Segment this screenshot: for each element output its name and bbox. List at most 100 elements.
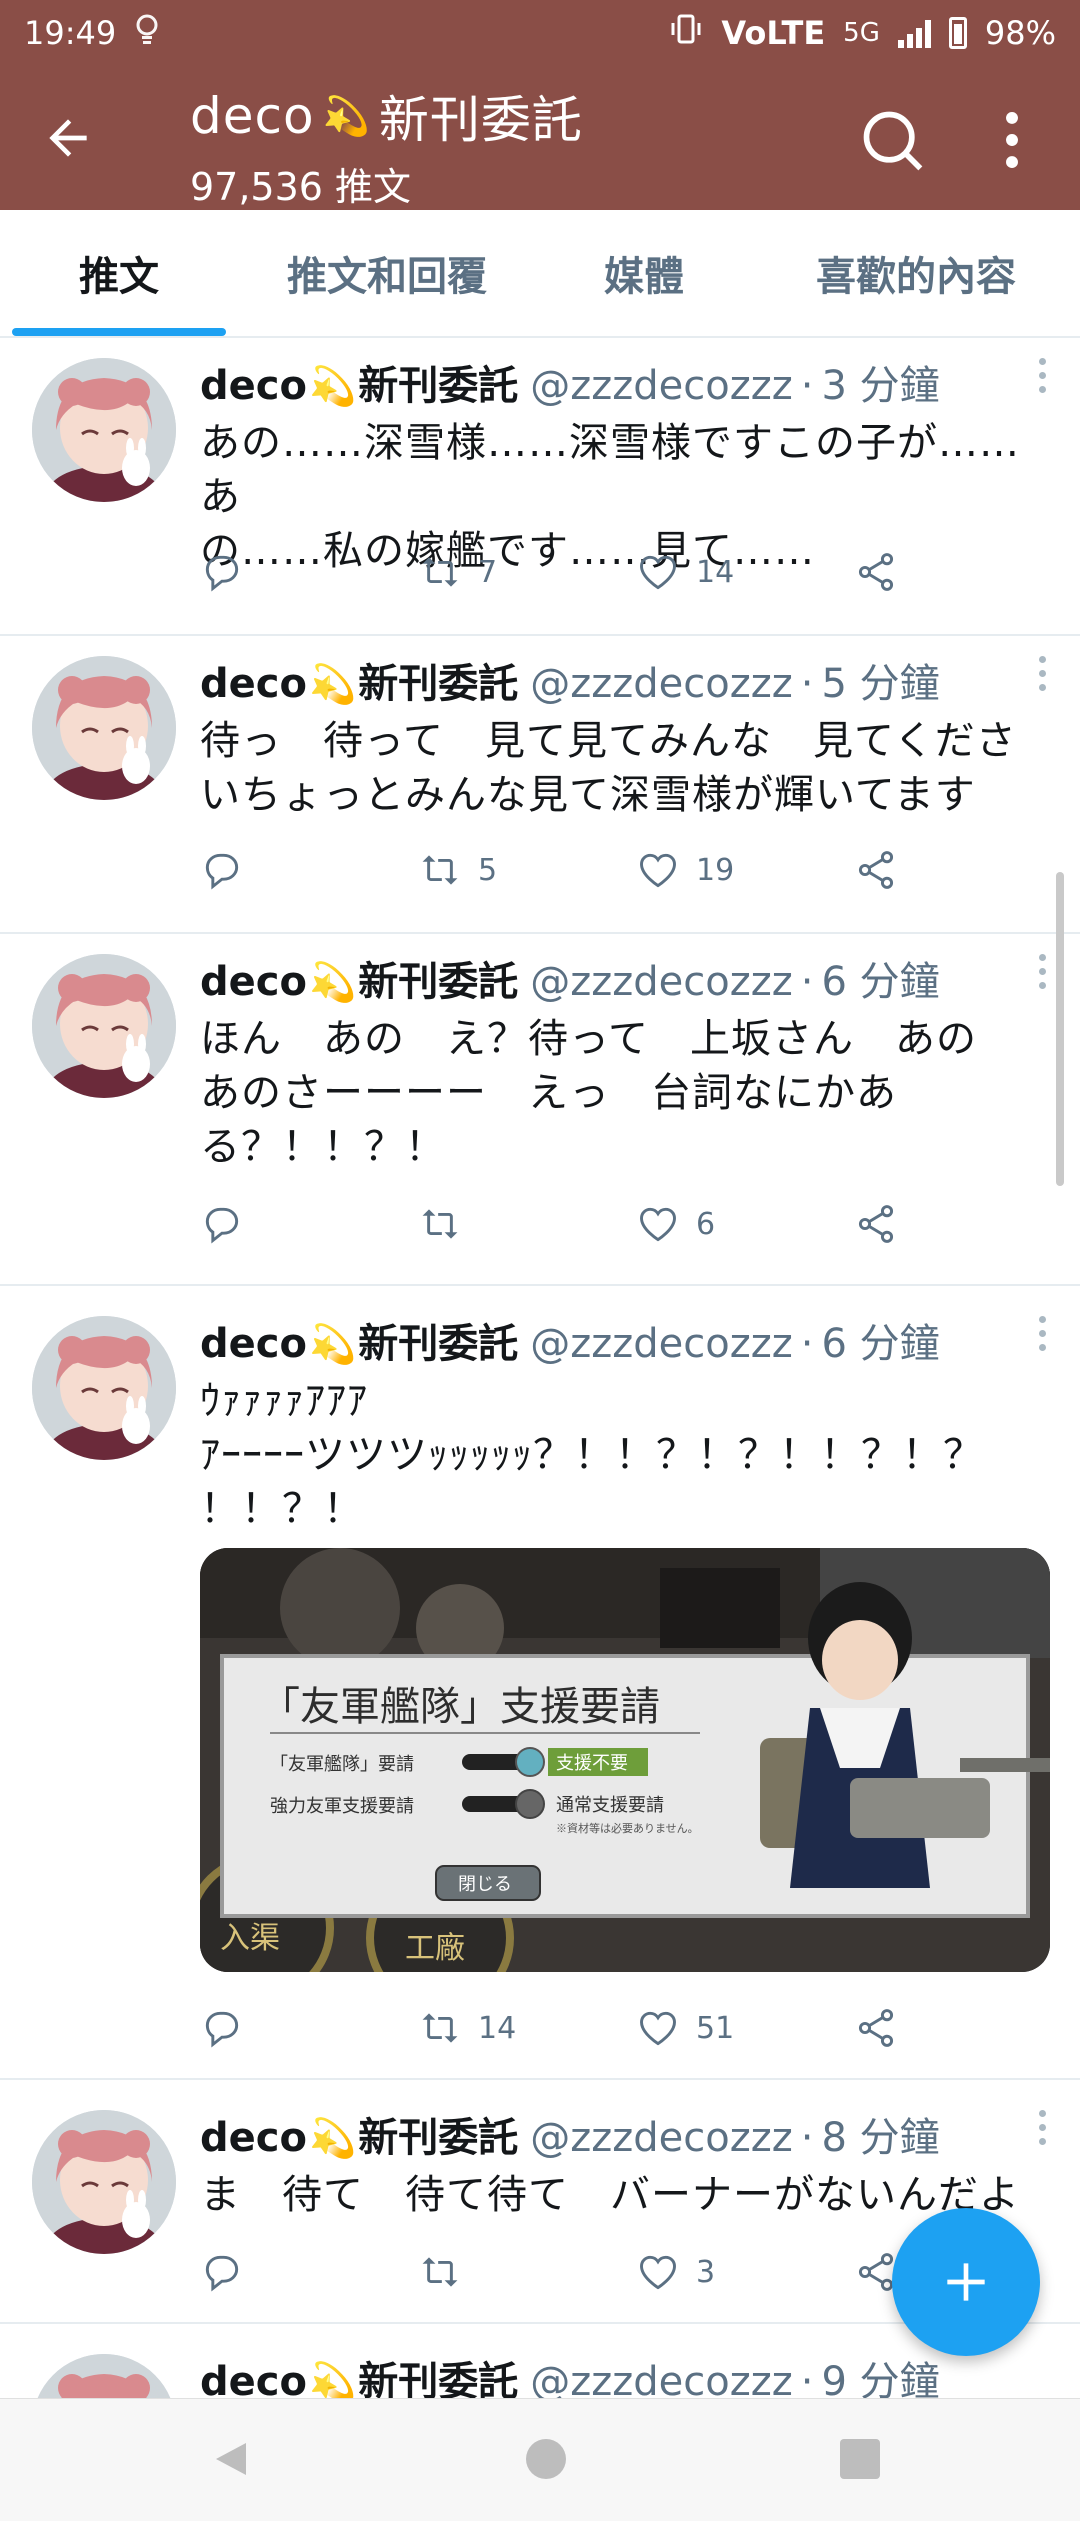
share-icon xyxy=(858,2009,894,2047)
like-button[interactable]: 6 xyxy=(636,1202,715,1246)
tweet-options-caret[interactable] xyxy=(1032,954,1052,994)
reply-button[interactable] xyxy=(200,550,244,594)
retweet-button[interactable] xyxy=(418,1202,478,1246)
overflow-menu-button[interactable] xyxy=(992,106,1032,174)
game-screenshot: 入渠 工廠 「友軍艦隊」支援要請 「友軍艦隊」要請 支援不要 強力友軍支援要請 … xyxy=(200,1548,1050,1972)
tweet-actions: 3 xyxy=(200,2244,920,2300)
tab-tweets[interactable]: 推文 xyxy=(0,210,238,336)
tweet-actions: 6 xyxy=(200,1196,920,1252)
tweet-media-image[interactable]: 入渠 工廠 「友軍艦隊」支援要請 「友軍艦隊」要請 支援不要 強力友軍支援要請 … xyxy=(200,1548,1050,1972)
tweet-actions: 5 19 xyxy=(200,842,920,898)
nav-home-button[interactable] xyxy=(526,2439,566,2479)
retweet-icon xyxy=(422,855,458,885)
share-button[interactable] xyxy=(854,1202,898,1246)
reply-button[interactable] xyxy=(200,2250,244,2294)
tweet-options-caret[interactable] xyxy=(1032,656,1052,696)
tweet-text: ほん あの え？待って 上坂さん あの あのさーーーー えっ 台詞なにかあ る？… xyxy=(200,1016,977,1170)
tweet-card[interactable]: deco 💫 新刊委託 @zzzdecozzz · 3 分鐘 あの……深雪様……深雪… xyxy=(0,338,1080,636)
search-button[interactable] xyxy=(858,106,926,174)
tweet-options-caret[interactable] xyxy=(1032,2110,1052,2150)
compose-tweet-button[interactable] xyxy=(892,2208,1040,2356)
retweet-icon xyxy=(422,2257,458,2287)
reply-icon xyxy=(205,555,239,592)
avatar[interactable] xyxy=(32,656,176,800)
profile-header: deco 💫 新刊委託 97,536 推文 xyxy=(0,66,1080,210)
heart-icon xyxy=(640,555,676,590)
avatar[interactable] xyxy=(32,358,176,502)
signal-icon xyxy=(897,18,931,48)
like-button[interactable]: 14 xyxy=(636,550,734,594)
retweet-button[interactable]: 5 xyxy=(418,848,497,892)
like-button[interactable]: 51 xyxy=(636,2006,734,2050)
share-icon xyxy=(858,851,894,889)
dialog-row2-note: ※資材等は必要ありません。 xyxy=(556,1821,699,1835)
heart-icon xyxy=(640,1207,676,1242)
tweet-time: 5 分鐘 xyxy=(821,661,940,707)
avatar-image xyxy=(32,656,176,800)
back-button[interactable] xyxy=(40,110,112,170)
dizzy-star-icon: 💫 xyxy=(322,93,371,138)
tweet-time: 8 分鐘 xyxy=(821,2115,940,2161)
tweet-handle: @zzzdecozzz xyxy=(530,1321,793,1367)
share-button[interactable] xyxy=(854,848,898,892)
avatar-image xyxy=(32,954,176,1098)
retweet-icon xyxy=(422,2013,458,2043)
search-icon xyxy=(863,111,923,171)
dialog-row1-value: 支援不要 xyxy=(556,1753,628,1774)
status-time: 19:49 xyxy=(24,14,117,52)
retweet-button[interactable] xyxy=(418,2250,478,2294)
nav-back-button[interactable] xyxy=(210,2439,250,2483)
like-button[interactable]: 3 xyxy=(636,2250,715,2294)
tab-media[interactable]: 媒體 xyxy=(536,210,752,336)
reply-button[interactable] xyxy=(200,2006,244,2050)
reply-icon xyxy=(205,1207,239,1244)
more-vertical-icon xyxy=(1006,111,1018,169)
reply-button[interactable] xyxy=(200,1202,244,1246)
tab-likes[interactable]: 喜歡的內容 xyxy=(752,210,1080,336)
network-type: 5G xyxy=(843,18,880,48)
scrollbar[interactable] xyxy=(1056,872,1064,1186)
share-button[interactable] xyxy=(854,550,898,594)
vibrate-icon xyxy=(669,14,703,52)
header-title-group: deco 💫 新刊委託 97,536 推文 xyxy=(190,80,583,211)
avatar[interactable] xyxy=(32,2110,176,2254)
like-button[interactable]: 19 xyxy=(636,848,734,892)
reply-icon xyxy=(205,2011,239,2048)
tweet-handle: @zzzdecozzz xyxy=(530,363,793,409)
tweet-author-name: deco 💫 新刊委託 xyxy=(200,358,518,414)
tweet-text: ｳｧｧｧｧｱｱｱ ｱｰｰｰｰツツツｯｯｯｯｯ？！！？！？！！？！？ ！！？！ xyxy=(200,1378,984,1532)
retweet-icon xyxy=(422,1209,458,1239)
nav-recents-button[interactable] xyxy=(840,2439,880,2479)
retweet-button[interactable]: 7 xyxy=(418,550,497,594)
avatar[interactable] xyxy=(32,1316,176,1460)
tweet-card[interactable]: deco 💫 新刊委託 @zzzdecozzz · 6 分鐘 ｳｧｧｧｧｱｱｱ ｱｰ… xyxy=(0,1286,1080,2080)
tab-tweets-and-replies[interactable]: 推文和回覆 xyxy=(238,210,536,336)
tweet-actions: 14 51 xyxy=(200,2000,920,2056)
tweet-time: 6 分鐘 xyxy=(821,959,940,1005)
dizzy-star-icon: 💫 xyxy=(308,960,357,1004)
retweet-button[interactable]: 14 xyxy=(418,2006,516,2050)
tweet-options-caret[interactable] xyxy=(1032,358,1052,398)
dialog-row2-value: 通常支援要請 xyxy=(556,1795,664,1816)
reply-button[interactable] xyxy=(200,848,244,892)
tweet-handle: @zzzdecozzz xyxy=(530,959,793,1005)
profile-name: deco 💫 新刊委託 xyxy=(190,87,583,149)
reply-icon xyxy=(205,2255,239,2292)
share-icon xyxy=(858,1205,894,1243)
share-button[interactable] xyxy=(854,2006,898,2050)
tweet-options-caret[interactable] xyxy=(1032,1316,1052,1356)
share-icon xyxy=(858,553,894,591)
tweet-time: 3 分鐘 xyxy=(821,363,940,409)
battery-level: 98% xyxy=(984,14,1056,52)
status-bar: 19:49 VoLTE 5G 98% xyxy=(0,0,1080,66)
battery-icon xyxy=(948,17,967,49)
dialog-row1-label: 「友軍艦隊」要請 xyxy=(270,1754,414,1775)
tweet-card[interactable]: deco 💫 新刊委託 @zzzdecozzz · 5 分鐘 待っ 待って 見て見て… xyxy=(0,636,1080,934)
back-arrow-icon xyxy=(49,119,87,157)
tweet-card[interactable]: deco 💫 新刊委託 @zzzdecozzz · 6 分鐘 ほん あの え？待って… xyxy=(0,934,1080,1286)
heart-icon xyxy=(640,853,676,888)
avatar-image xyxy=(32,2110,176,2254)
tweet-header: deco 💫 新刊委託 @zzzdecozzz · 6 分鐘 xyxy=(200,954,1024,1010)
avatar[interactable] xyxy=(32,954,176,1098)
volte-icon: VoLTE xyxy=(721,14,826,52)
